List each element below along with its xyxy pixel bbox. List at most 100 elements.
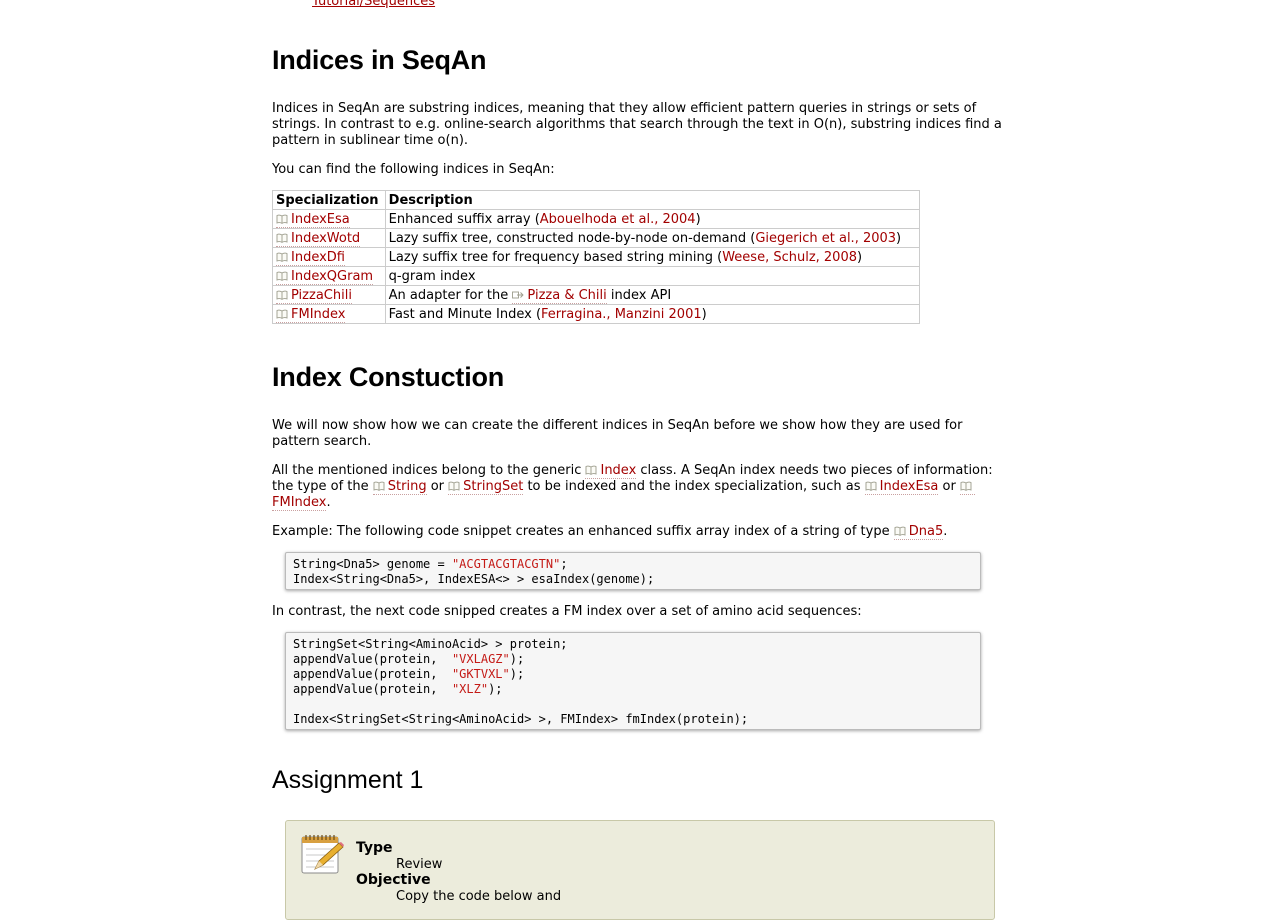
description-cell: Lazy suffix tree for frequency based str… xyxy=(384,247,921,267)
specialization-cell: IndexEsa xyxy=(272,209,386,229)
code-string-literal: "ACGTACGTACGTN" xyxy=(451,557,561,571)
link-text: FMIndex xyxy=(272,495,327,510)
assignment-box: Type Review Objective Copy the code belo… xyxy=(285,820,995,920)
code-text: ; xyxy=(560,557,568,571)
reference-link[interactable]: Giegerich et al., 2003 xyxy=(755,231,896,246)
assignment-type-value: Review xyxy=(396,857,443,872)
notepad-pencil-icon xyxy=(299,831,345,877)
code-string-literal: "VXLAGZ" xyxy=(451,652,510,666)
description-text: q-gram index xyxy=(388,268,476,284)
code-string-literal: "GKTVXL" xyxy=(451,667,510,681)
code-block-esa: String<Dna5> genome = "ACGTACGTACGTN"; I… xyxy=(285,552,981,590)
column-header-description: Description xyxy=(384,190,921,210)
code-text: ); xyxy=(509,667,525,681)
section-title-indices: Indices in SeqAn xyxy=(272,45,487,75)
book-icon xyxy=(585,465,597,475)
description-text: Fast and Minute Index ( xyxy=(388,306,542,322)
table-row: IndexEsa Enhanced suffix array (Abouelhod… xyxy=(272,209,921,229)
specialization-link[interactable]: IndexWotd xyxy=(276,230,361,247)
string-class-link[interactable]: String xyxy=(372,479,427,495)
specialization-cell: IndexWotd xyxy=(272,228,386,248)
table-row: FMIndex Fast and Minute Index (Ferragina.… xyxy=(272,304,921,324)
text-span: or xyxy=(426,479,449,494)
description-text: Lazy suffix tree for frequency based str… xyxy=(388,249,723,265)
assignment-title: Assignment 1 xyxy=(272,766,424,794)
stringset-class-link[interactable]: StringSet xyxy=(448,479,524,495)
code-block-fmindex: StringSet<String<AminoAcid> > protein; a… xyxy=(285,632,981,730)
text-span: Example: The following code snippet crea… xyxy=(272,524,894,539)
specialization-link[interactable]: PizzaChili xyxy=(276,287,352,304)
description-cell: An adapter for the Pizza & Chili index A… xyxy=(384,285,921,305)
indices-list-intro: You can find the following indices in Se… xyxy=(272,162,555,177)
link-text: Pizza & Chili xyxy=(527,287,607,303)
assignment-type-label: Type xyxy=(356,840,393,856)
specialization-cell: PizzaChili xyxy=(272,285,386,305)
reference-link[interactable]: Weese, Schulz, 2008 xyxy=(722,250,857,265)
description-cell: q-gram index xyxy=(384,266,921,286)
link-text: Dna5 xyxy=(908,524,944,539)
description-cell: Enhanced suffix array (Abouelhoda et al.… xyxy=(384,209,921,229)
specialization-link[interactable]: IndexQGram xyxy=(276,268,374,285)
description-text: An adapter for the xyxy=(388,287,513,303)
reference-link[interactable]: Abouelhoda et al., 2004 xyxy=(540,212,696,227)
book-icon xyxy=(448,481,460,491)
description-text: Lazy suffix tree, constructed node-by-no… xyxy=(388,230,756,246)
link-text: PizzaChili xyxy=(291,287,352,303)
specialization-link[interactable]: FMIndex xyxy=(276,306,346,323)
code-string-literal: "XLZ" xyxy=(451,682,489,696)
table-row: IndexDfi Lazy suffix tree for frequency b… xyxy=(272,247,921,267)
specialization-cell: IndexQGram xyxy=(272,266,386,286)
book-icon xyxy=(276,252,288,262)
assignment-objective-label: Objective xyxy=(356,872,431,888)
code-text: ); xyxy=(488,682,503,696)
intro-paragraph: Indices in SeqAn are substring indices, … xyxy=(272,101,1002,148)
text-span: . xyxy=(326,495,331,510)
book-icon xyxy=(960,481,972,491)
code-text: String<Dna5> genome = xyxy=(293,557,452,571)
link-text: Abouelhoda et al., 2004 xyxy=(539,211,696,227)
code-text: appendValue(protein, xyxy=(293,682,452,696)
link-text: Index xyxy=(600,463,637,478)
reference-link[interactable]: Ferragina., Manzini 2001 xyxy=(541,307,702,322)
text-span: . xyxy=(943,524,948,539)
book-icon xyxy=(276,233,288,243)
specialization-cell: IndexDfi xyxy=(272,247,386,267)
book-icon xyxy=(865,481,877,491)
link-text: IndexDfi xyxy=(291,249,345,265)
book-icon xyxy=(373,481,385,491)
description-text: ) xyxy=(701,306,707,322)
table-header-row: Specialization Description xyxy=(272,190,921,210)
table-row: IndexQGram q-gram index xyxy=(272,266,921,286)
construction-paragraph: We will now show how we can create the d… xyxy=(272,418,963,449)
specialization-cell: FMIndex xyxy=(272,304,386,324)
description-cell: Fast and Minute Index (Ferragina., Manzi… xyxy=(384,304,921,324)
specialization-link[interactable]: IndexDfi xyxy=(276,249,345,266)
book-icon xyxy=(894,526,906,536)
table-row: IndexWotd Lazy suffix tree, constructed n… xyxy=(272,228,921,248)
book-icon xyxy=(276,214,288,224)
text-span: to be indexed and the index specializati… xyxy=(523,479,865,494)
indices-table: Specialization Description IndexEsa Enhan… xyxy=(272,190,921,324)
link-text: Giegerich et al., 2003 xyxy=(755,230,897,246)
specialization-link[interactable]: IndexEsa xyxy=(276,211,350,228)
code-text: appendValue(protein, xyxy=(293,667,452,681)
breadcrumb-link[interactable]: Tutorial/Sequences xyxy=(312,0,435,9)
assignment-objective-value: Copy the code below and xyxy=(396,889,562,904)
dna5-link[interactable]: Dna5 xyxy=(893,524,944,540)
link-text: Weese, Schulz, 2008 xyxy=(722,249,857,265)
description-text: ) xyxy=(896,230,902,246)
table-row: PizzaChili An adapter for the Pizza & Chi… xyxy=(272,285,921,305)
fm-index-paragraph: In contrast, the next code snipped creat… xyxy=(272,604,862,619)
link-text: Ferragina., Manzini 2001 xyxy=(541,306,702,322)
description-cell: Lazy suffix tree, constructed node-by-no… xyxy=(384,228,921,248)
indexesa-link[interactable]: IndexEsa xyxy=(864,479,939,495)
code-text: StringSet<String<AminoAcid> > protein; xyxy=(293,637,568,651)
description-text: Enhanced suffix array ( xyxy=(388,211,540,227)
description-text: ) xyxy=(857,249,863,265)
index-class-link[interactable]: Index xyxy=(585,463,637,479)
book-icon xyxy=(276,290,288,300)
code-text: appendValue(protein, xyxy=(293,652,452,666)
link-text: IndexEsa xyxy=(879,479,939,494)
external-link[interactable]: Pizza & Chili xyxy=(512,287,607,304)
book-icon xyxy=(276,271,288,281)
